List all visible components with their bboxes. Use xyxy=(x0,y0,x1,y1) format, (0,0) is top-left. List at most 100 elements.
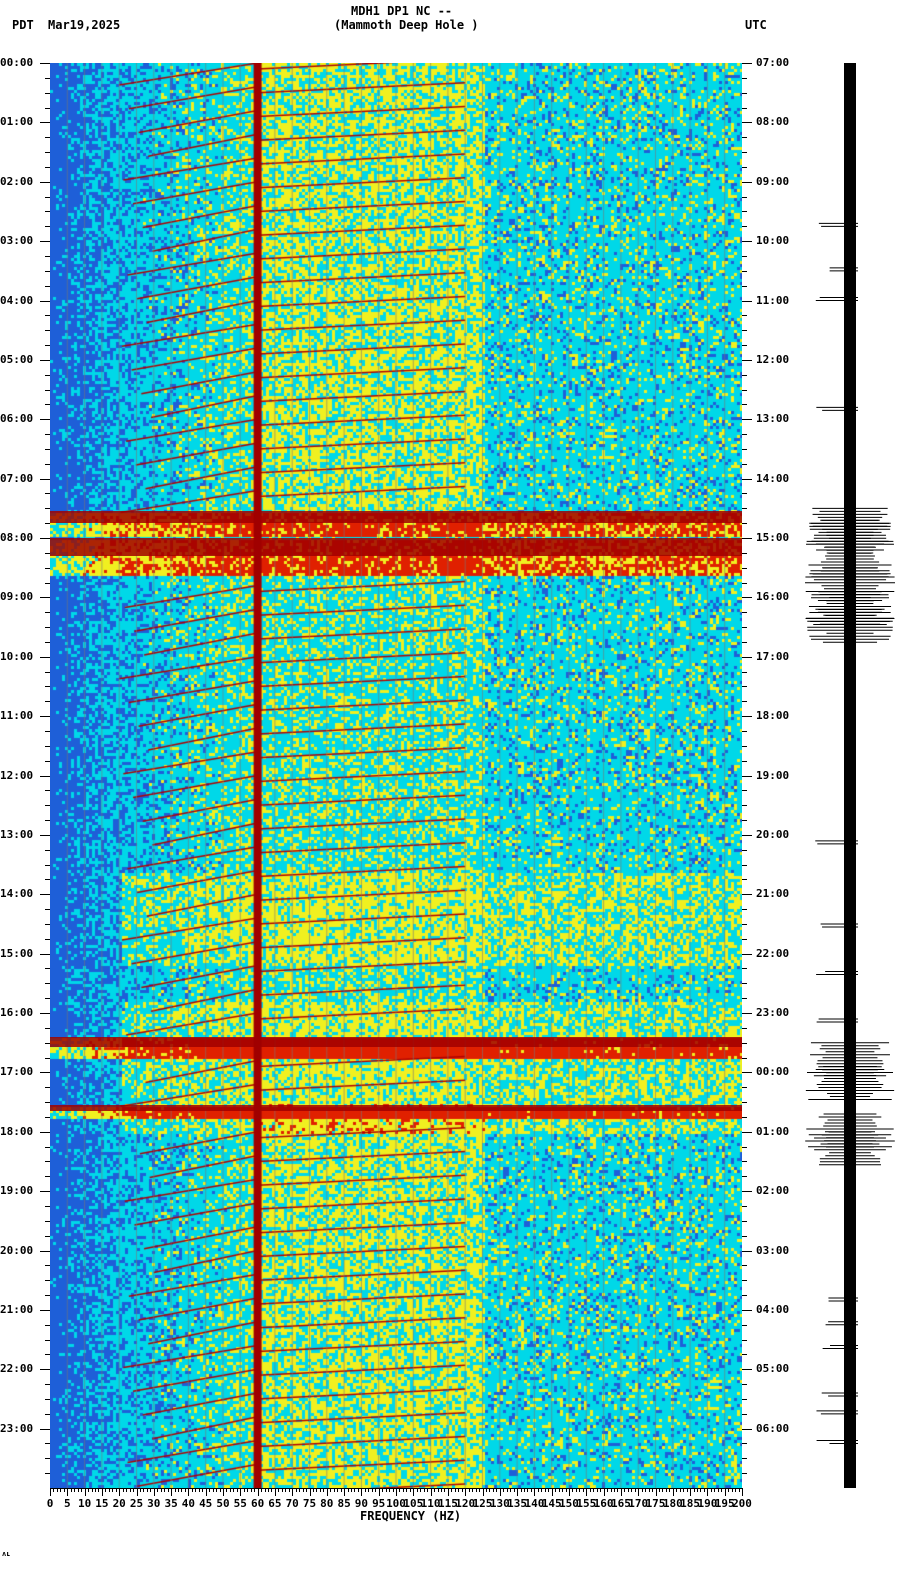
x-tick xyxy=(620,1488,622,1496)
y-tick-right xyxy=(742,1473,747,1475)
y-tick-right xyxy=(742,181,752,183)
y-tick-right xyxy=(742,508,747,510)
y-tick-right xyxy=(742,612,747,614)
x-minor-tick xyxy=(721,1488,723,1492)
y-tick-left xyxy=(45,938,50,940)
x-minor-tick xyxy=(676,1488,678,1492)
x-minor-tick xyxy=(105,1488,107,1492)
y-tick-left xyxy=(45,404,50,406)
y-tick-right xyxy=(742,1205,747,1207)
x-tick xyxy=(447,1488,449,1496)
y-tick-left xyxy=(45,1384,50,1386)
high-energy-band xyxy=(50,538,742,556)
x-tick-label: 30 xyxy=(147,1497,161,1510)
x-minor-tick xyxy=(94,1488,96,1492)
y-tick-left xyxy=(45,255,50,257)
x-minor-tick xyxy=(579,1488,581,1492)
y-tick-left xyxy=(45,1265,50,1267)
x-tick xyxy=(724,1488,726,1496)
x-minor-tick xyxy=(409,1488,411,1492)
y-tick-right xyxy=(742,419,752,421)
x-tick xyxy=(482,1488,484,1496)
x-minor-tick xyxy=(146,1488,148,1492)
y-tick-left xyxy=(45,508,50,510)
y-tick-right xyxy=(742,775,752,777)
y-tick-left xyxy=(45,1295,50,1297)
y-tick-right xyxy=(742,864,747,866)
y-tick-label-left: 08:00 xyxy=(0,531,34,544)
x-minor-tick xyxy=(679,1488,681,1492)
x-tick xyxy=(517,1488,519,1496)
y-tick-left xyxy=(45,745,50,747)
y-tick-right xyxy=(742,686,747,688)
x-minor-tick xyxy=(468,1488,470,1492)
high-energy-band xyxy=(50,511,742,524)
y-tick-label-right: 02:00 xyxy=(756,1184,790,1198)
x-tick xyxy=(205,1488,207,1496)
x-minor-tick xyxy=(181,1488,183,1492)
x-tick-label: 25 xyxy=(129,1497,144,1510)
y-tick-right xyxy=(742,107,747,109)
x-minor-tick xyxy=(88,1488,90,1492)
x-minor-tick xyxy=(126,1488,128,1492)
y-tick-label-right: 01:00 xyxy=(756,1124,790,1138)
x-minor-tick xyxy=(53,1488,55,1492)
y-tick-right xyxy=(742,345,747,347)
y-tick-label-left: 12:00 xyxy=(0,768,34,782)
x-minor-tick xyxy=(129,1488,131,1492)
y-tick-right xyxy=(742,1280,747,1282)
y-tick-label-left: 02:00 xyxy=(0,174,34,188)
x-tick xyxy=(84,1488,86,1496)
y-tick-left xyxy=(45,760,50,762)
y-tick-right xyxy=(742,923,747,925)
x-minor-tick xyxy=(98,1488,100,1492)
x-minor-tick xyxy=(195,1488,197,1492)
x-minor-tick xyxy=(544,1488,546,1492)
x-minor-tick xyxy=(337,1488,339,1492)
y-tick-left xyxy=(45,1116,50,1118)
x-tick xyxy=(50,1488,51,1496)
y-tick-label-right: 14:00 xyxy=(756,471,790,485)
x-minor-tick xyxy=(665,1488,667,1492)
chart-title: MDH1 DP1 NC -- xyxy=(351,4,453,18)
y-tick-left xyxy=(45,849,50,851)
y-tick-left xyxy=(45,582,50,584)
x-minor-tick xyxy=(703,1488,705,1492)
x-tick-label: 60 xyxy=(250,1497,265,1510)
y-tick-left xyxy=(45,345,50,347)
x-minor-tick xyxy=(212,1488,214,1492)
x-tick xyxy=(551,1488,553,1496)
y-tick-right xyxy=(742,1220,747,1222)
x-minor-tick xyxy=(139,1488,141,1492)
seismogram-trace xyxy=(805,63,895,1488)
x-minor-tick xyxy=(389,1488,391,1492)
x-tick-label: 55 xyxy=(233,1497,247,1510)
y-tick-label-right: 22:00 xyxy=(756,946,790,960)
x-minor-tick xyxy=(209,1488,211,1492)
x-minor-tick xyxy=(503,1488,505,1492)
y-tick-label-right: 12:00 xyxy=(756,352,790,366)
x-minor-tick xyxy=(593,1488,595,1492)
y-tick-label-left: 16:00 xyxy=(0,1006,34,1019)
y-tick-right xyxy=(742,389,747,391)
y-tick-left xyxy=(45,1354,50,1356)
y-tick-right xyxy=(742,523,747,525)
x-tick xyxy=(292,1488,294,1496)
y-tick-right xyxy=(742,1458,747,1460)
x-minor-tick xyxy=(627,1488,629,1492)
y-tick-label-right: 13:00 xyxy=(756,412,790,426)
y-tick-right xyxy=(742,805,747,807)
y-tick-label-left: 07:00 xyxy=(0,471,34,485)
x-minor-tick xyxy=(728,1488,730,1492)
y-tick-right xyxy=(742,968,747,970)
x-minor-tick xyxy=(351,1488,353,1492)
y-tick-label-left: 15:00 xyxy=(0,946,34,960)
y-tick-right xyxy=(742,1176,747,1178)
x-minor-tick xyxy=(81,1488,83,1492)
y-tick-left xyxy=(40,1072,50,1074)
x-minor-tick xyxy=(226,1488,228,1492)
y-tick-right xyxy=(742,983,747,985)
y-tick-left xyxy=(45,493,50,495)
x-tick xyxy=(257,1488,259,1496)
y-tick-right xyxy=(742,879,747,881)
